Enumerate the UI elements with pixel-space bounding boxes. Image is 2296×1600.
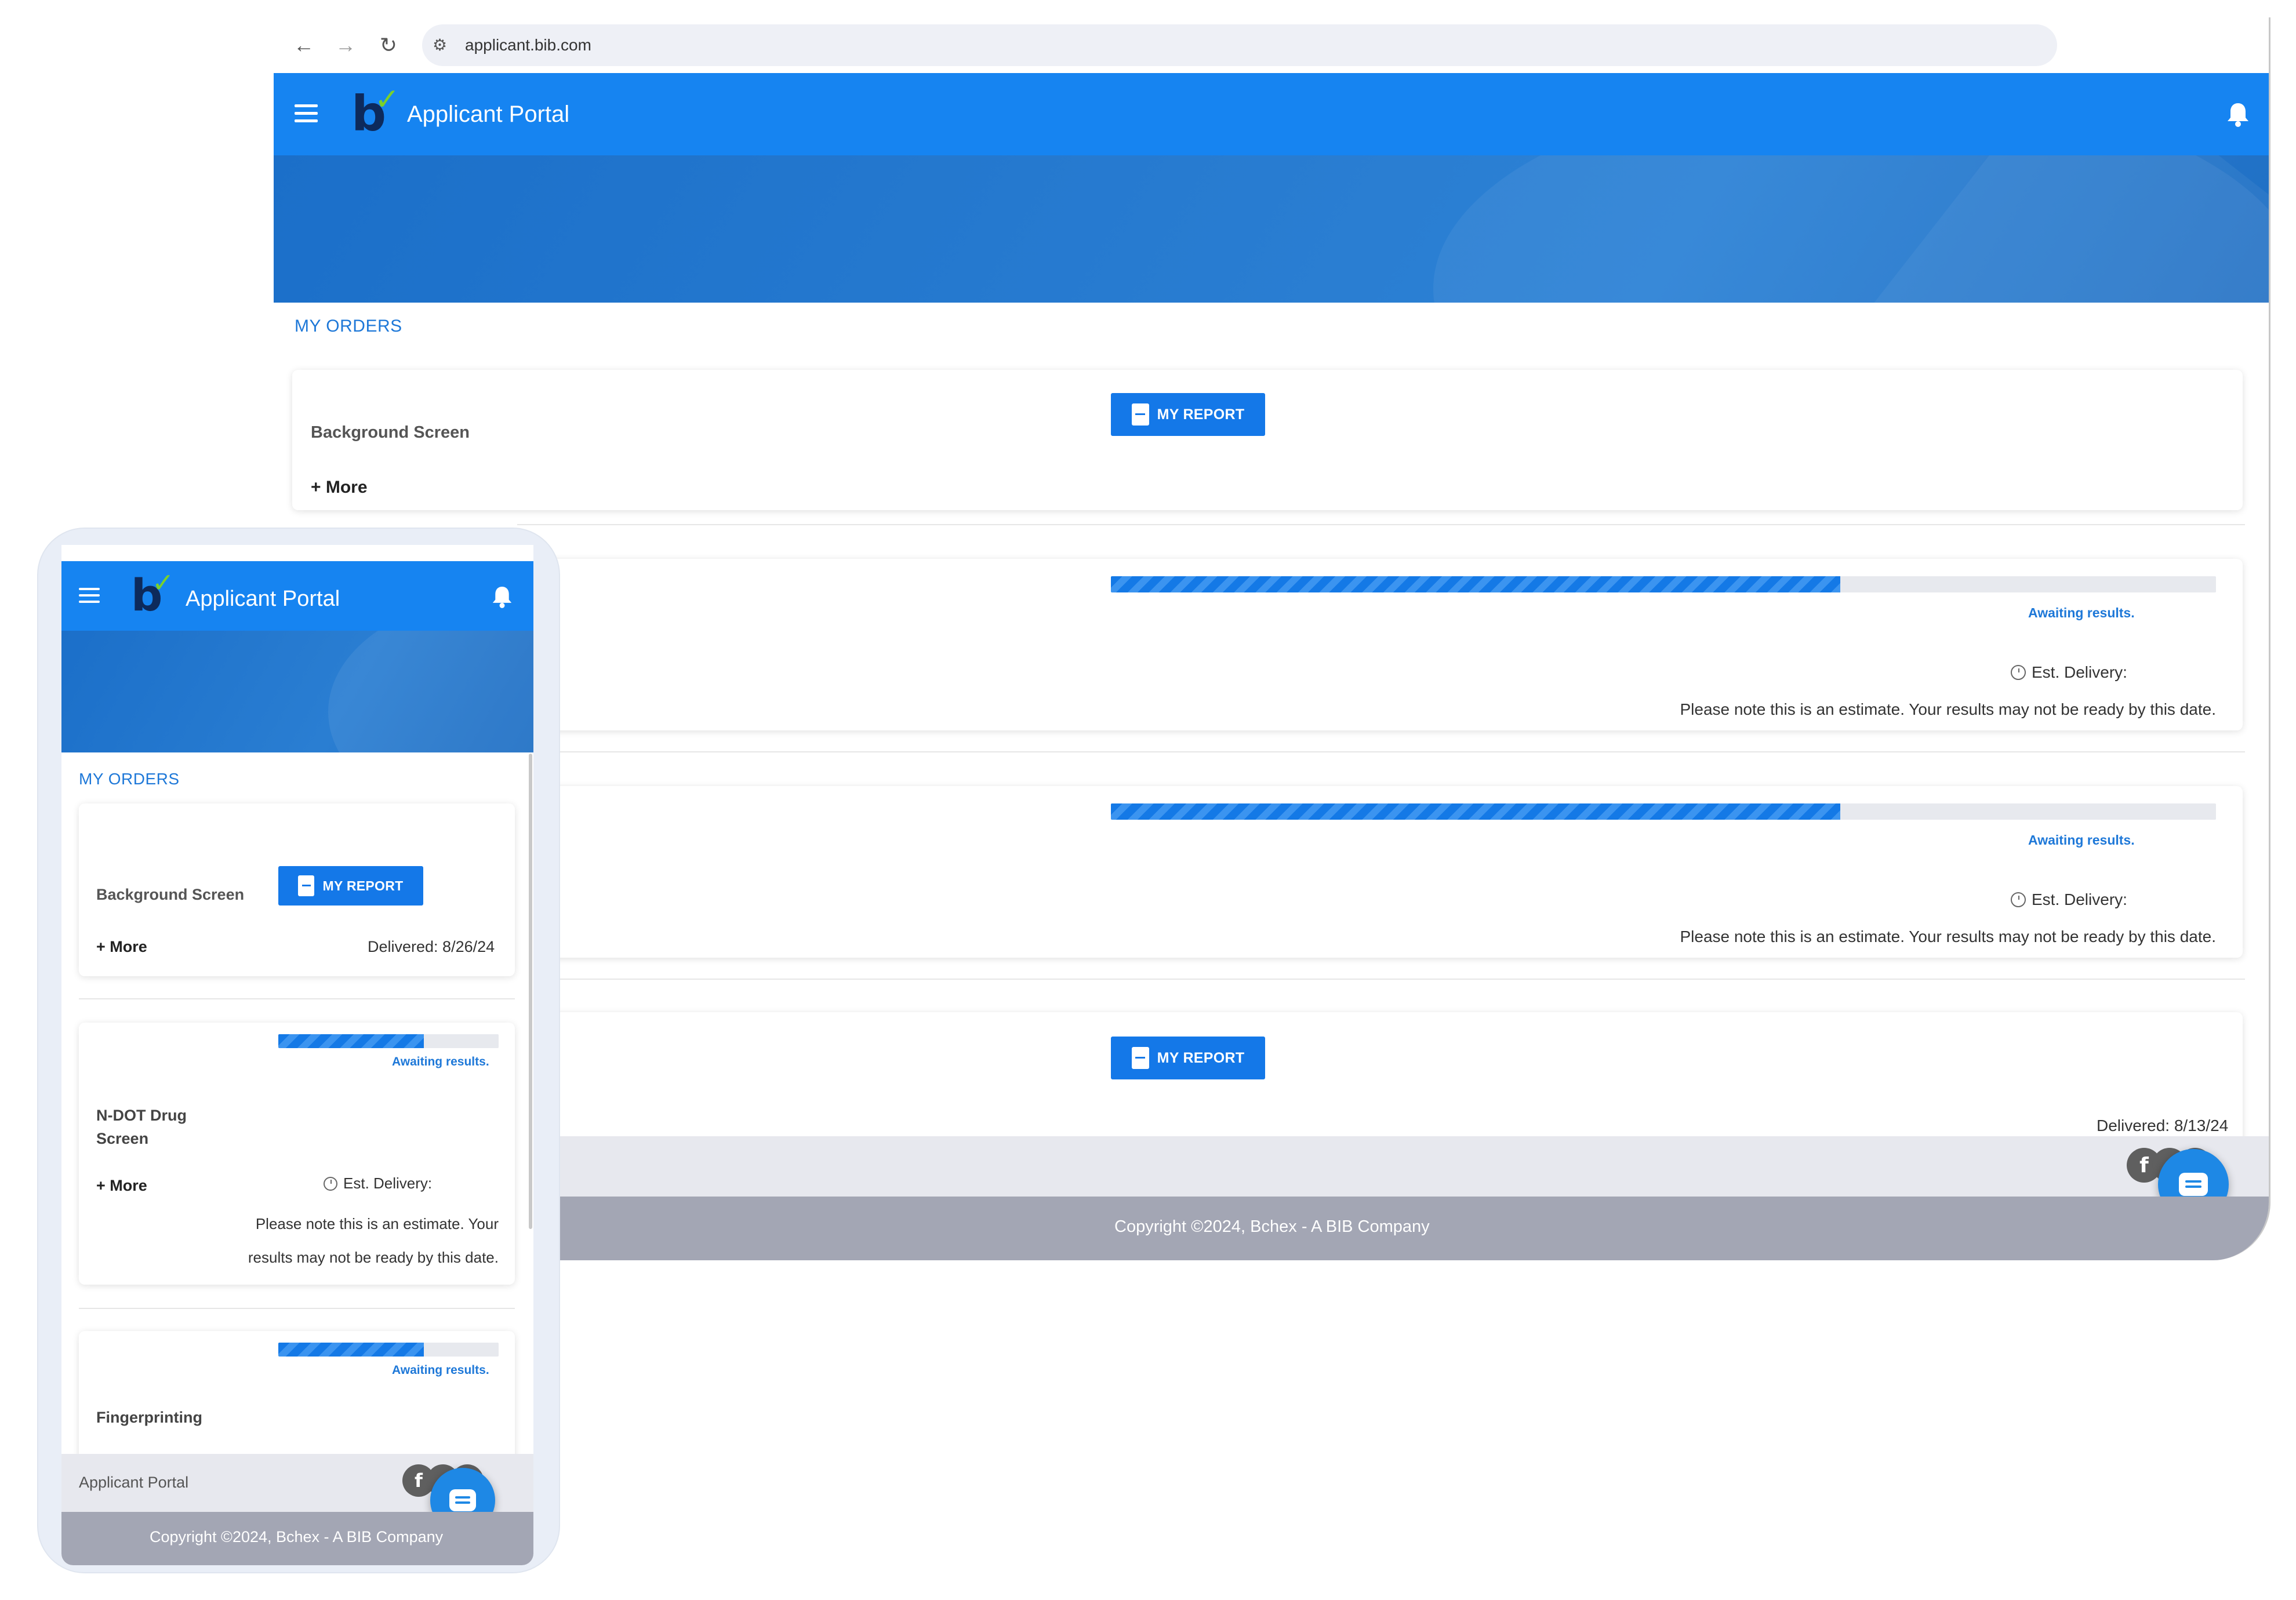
- order-title: Background Screen: [96, 886, 245, 903]
- est-delivery-label: Est. Delivery:: [343, 1174, 433, 1192]
- delivered-date: Delivered: 8/13/24: [2097, 1117, 2229, 1134]
- site-settings-icon[interactable]: ⚙: [433, 35, 453, 56]
- status-awaiting: Awaiting results.: [2028, 832, 2135, 848]
- progress-bar: [278, 1343, 499, 1357]
- document-icon: [298, 875, 315, 896]
- order-title: N-DOT Drug Screen: [96, 1107, 187, 1147]
- clock-icon: [2011, 892, 2026, 907]
- hero-banner: [274, 155, 2269, 303]
- scrollbar[interactable]: [529, 754, 532, 1229]
- delivered-date: Delivered: 8/26/24: [368, 938, 495, 955]
- app-title: Applicant Portal: [407, 101, 570, 127]
- est-delivery: Est. Delivery:: [2011, 890, 2127, 909]
- progress-bar: [1111, 576, 2216, 592]
- mobile-app-header: b ✓ Applicant Portal: [61, 561, 533, 631]
- order-card-fingerprinting: Awaiting results. Est. Delivery: Please …: [292, 786, 2243, 958]
- order-card-ndot-drug-screen: Awaiting results. Est. Delivery: Please …: [292, 559, 2243, 730]
- section-title-my-orders: MY ORDERS: [295, 317, 402, 336]
- back-icon[interactable]: ←: [290, 31, 318, 59]
- progress-fill: [1111, 803, 1840, 820]
- document-icon: [1131, 1047, 1149, 1069]
- estimate-note: Please note this is an estimate. Your re…: [1680, 928, 2216, 946]
- status-awaiting: Awaiting results.: [392, 1363, 489, 1377]
- mobile-screen: b ✓ Applicant Portal MY ORDERS Backgroun…: [61, 545, 533, 1565]
- progress-fill: [1111, 576, 1840, 592]
- logo-check-icon: ✓: [152, 567, 175, 598]
- copyright-text: Copyright ©2024, Bchex - A BIB Company: [150, 1528, 444, 1546]
- est-delivery-label: Est. Delivery:: [2032, 663, 2127, 681]
- menu-icon[interactable]: [79, 588, 100, 608]
- mobile-footer-social-bar: Applicant Portal f: [61, 1454, 533, 1533]
- clock-icon: [324, 1176, 337, 1191]
- progress-fill: [278, 1034, 424, 1048]
- section-title-my-orders: MY ORDERS: [79, 770, 180, 788]
- estimate-note: Please note this is an estimate. Your re…: [248, 1215, 499, 1266]
- order-card-fingerprinting: Awaiting results. Fingerprinting: [79, 1331, 515, 1464]
- more-link[interactable]: + More: [311, 478, 368, 497]
- order-title: Fingerprinting: [96, 1409, 202, 1426]
- footer-social-bar: f: [274, 1136, 2269, 1220]
- status-awaiting: Awaiting results.: [2028, 605, 2135, 620]
- address-bar[interactable]: ⚙ applicant.bib.com: [422, 24, 2057, 66]
- progress-fill: [278, 1343, 424, 1357]
- mobile-device-frame: b ✓ Applicant Portal MY ORDERS Backgroun…: [38, 529, 559, 1572]
- est-delivery-label: Est. Delivery:: [2032, 890, 2127, 908]
- my-report-label: MY REPORT: [1157, 1049, 1245, 1066]
- footer-copyright-bar: Copyright ©2024, Bchex - A BIB Company: [274, 1197, 2269, 1260]
- forward-icon[interactable]: →: [332, 31, 359, 59]
- footer-portal-label: Applicant Portal: [79, 1474, 189, 1491]
- logo-check-icon: ✓: [375, 82, 400, 117]
- desktop-browser-window: ← → ↻ ⚙ applicant.bib.com b ✓ Applicant …: [274, 17, 2270, 1260]
- bell-icon[interactable]: [492, 586, 513, 609]
- order-title: Background Screen: [311, 423, 470, 442]
- url-text[interactable]: applicant.bib.com: [465, 24, 591, 66]
- app-header: b ✓ Applicant Portal: [274, 73, 2269, 155]
- est-delivery: Est. Delivery:: [324, 1174, 432, 1192]
- copyright-text: Copyright ©2024, Bchex - A BIB Company: [1114, 1217, 1430, 1236]
- chat-icon: [2179, 1173, 2208, 1196]
- bell-icon[interactable]: [2226, 102, 2250, 128]
- clock-icon: [2011, 665, 2026, 680]
- more-link[interactable]: + More: [96, 1177, 147, 1195]
- browser-toolbar: ← → ↻ ⚙ applicant.bib.com: [274, 17, 2269, 73]
- mobile-hero-banner: [61, 631, 533, 752]
- app-title: Applicant Portal: [186, 587, 340, 611]
- chat-icon: [449, 1489, 476, 1511]
- order-card-ndot-drug-screen: Awaiting results. N-DOT Drug Screen + Mo…: [79, 1023, 515, 1285]
- order-card-background-screen: Background Screen + More MY REPORT: [292, 370, 2243, 510]
- status-awaiting: Awaiting results.: [392, 1055, 489, 1068]
- document-icon: [1131, 403, 1149, 426]
- progress-bar: [1111, 803, 2216, 820]
- my-report-button[interactable]: MY REPORT: [1111, 393, 1265, 436]
- progress-bar: [278, 1034, 499, 1048]
- my-report-button[interactable]: MY REPORT: [1111, 1037, 1265, 1079]
- menu-icon[interactable]: [295, 104, 318, 127]
- mobile-footer-copyright-bar: Copyright ©2024, Bchex - A BIB Company: [61, 1512, 533, 1565]
- order-card-background-screen: Background Screen MY REPORT + More Deliv…: [79, 803, 515, 976]
- estimate-note: Please note this is an estimate. Your re…: [1680, 700, 2216, 718]
- my-report-button[interactable]: MY REPORT: [278, 866, 423, 906]
- more-link[interactable]: + More: [96, 938, 147, 956]
- my-report-label: MY REPORT: [1157, 406, 1245, 423]
- reload-icon[interactable]: ↻: [375, 31, 402, 59]
- est-delivery: Est. Delivery:: [2011, 663, 2127, 682]
- my-report-label: MY REPORT: [322, 878, 404, 893]
